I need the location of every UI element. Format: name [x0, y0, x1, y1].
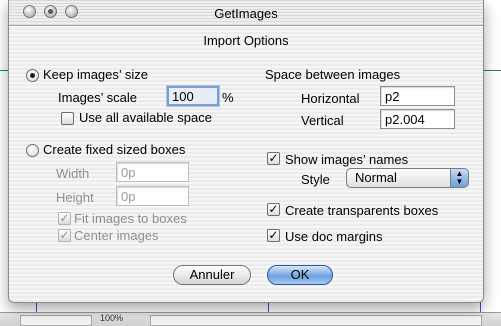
use-all-space-label[interactable]: Use all available space — [79, 110, 212, 125]
title-bar[interactable]: GetImages — [9, 0, 483, 26]
updown-arrows-icon: ▲ ▼ — [450, 169, 468, 187]
height-label: Height — [56, 190, 94, 205]
vertical-input[interactable]: p2.004 — [380, 109, 455, 129]
style-select[interactable]: Normal ▲ ▼ — [346, 168, 469, 188]
transparent-boxes-label[interactable]: Create transparents boxes — [285, 203, 438, 218]
fit-images-checkbox[interactable]: ✓ — [58, 212, 71, 225]
keep-size-label[interactable]: Keep images’ size — [43, 67, 148, 82]
fixed-boxes-radio[interactable] — [26, 144, 39, 157]
doc-margins-checkbox[interactable]: ✓ — [267, 229, 280, 242]
fixed-boxes-label[interactable]: Create fixed sized boxes — [43, 142, 185, 157]
dialog-heading: Import Options — [203, 33, 289, 48]
fit-images-label[interactable]: Fit images to boxes — [74, 211, 187, 226]
space-heading: Space between images — [265, 67, 401, 82]
style-select-value: Normal — [355, 170, 397, 185]
horizontal-scrollbar[interactable] — [150, 315, 482, 326]
cancel-button[interactable]: Annuler — [173, 265, 251, 285]
center-images-checkbox[interactable]: ✓ — [58, 229, 71, 242]
document-status-bar: 100% — [0, 312, 501, 326]
keep-size-radio[interactable] — [26, 69, 39, 82]
horizontal-input[interactable]: p2 — [380, 86, 455, 106]
scale-unit: % — [222, 90, 234, 105]
transparent-boxes-checkbox[interactable]: ✓ — [267, 203, 280, 216]
import-options-dialog: GetImages Import Options Keep images’ si… — [8, 0, 484, 303]
page-navigation[interactable] — [20, 315, 92, 326]
width-label: Width — [56, 166, 90, 181]
width-input[interactable]: 0p — [116, 162, 189, 182]
show-names-label[interactable]: Show images’ names — [285, 152, 408, 167]
scale-input[interactable]: 100 — [167, 86, 219, 106]
scale-label: Images’ scale — [58, 90, 137, 105]
style-label: Style — [301, 172, 330, 187]
show-names-checkbox[interactable]: ✓ — [267, 152, 280, 165]
center-images-label[interactable]: Center images — [74, 228, 159, 243]
doc-margins-label[interactable]: Use doc margins — [285, 229, 383, 244]
window-title: GetImages — [214, 6, 278, 21]
use-all-space-checkbox[interactable] — [61, 112, 74, 125]
ok-button[interactable]: OK — [267, 265, 333, 285]
vertical-label: Vertical — [301, 113, 344, 128]
zoom-level[interactable]: 100% — [100, 313, 123, 323]
height-input[interactable]: 0p — [116, 186, 189, 206]
horizontal-label: Horizontal — [301, 91, 360, 106]
